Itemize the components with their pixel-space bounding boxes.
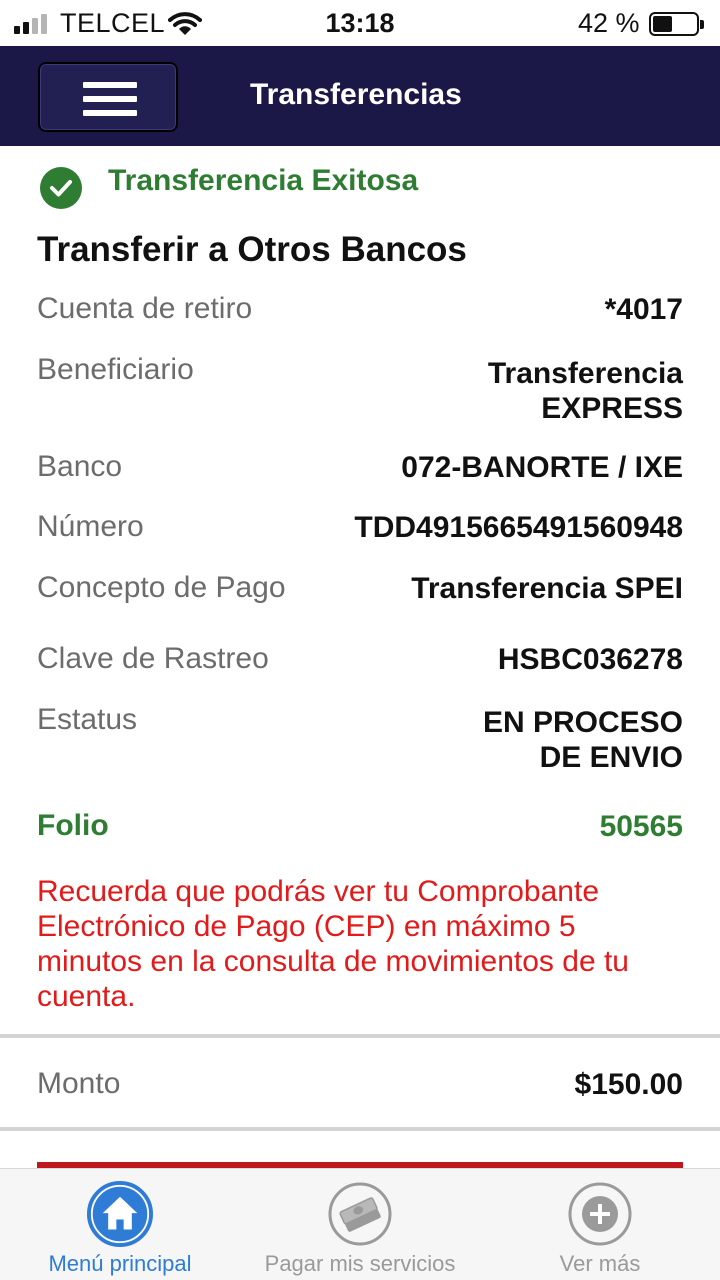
bills-icon [327,1181,393,1247]
page-title: Transferencias [250,78,462,111]
detail-label: Estatus [37,703,138,736]
success-message: Transferencia Exitosa [108,164,419,197]
detail-value: 072-BANORTE / IXE [401,451,683,484]
detail-value: TDD4915665491560948 [354,511,683,544]
detail-value: *4017 [604,293,683,326]
detail-label: Clave de Rastreo [37,642,269,675]
detail-value: HSBC036278 [497,643,683,676]
home-icon [87,1181,153,1247]
app-header: Transferencias [0,46,720,146]
bottom-tab-bar: Menú principal Pagar mis servicios Ver m… [0,1168,720,1280]
tab-label: Pagar mis servicios [264,1251,456,1276]
amount-label: Monto [37,1067,121,1100]
battery-icon [649,12,704,36]
menu-icon [83,82,137,88]
battery-percentage: 42 % [578,8,640,38]
estatus-line-1: EN PROCESO [482,706,683,739]
detail-label: Número [37,510,144,543]
beneficiario-line-1: Transferencia [487,357,683,390]
tab-pagar-servicios[interactable]: Pagar mis servicios [240,1169,480,1280]
tab-label: Menú principal [48,1251,192,1276]
detail-value: Transferencia EXPRESS [488,356,683,426]
tab-ver-mas[interactable]: Ver más [480,1169,720,1280]
folio-value: 50565 [599,810,683,843]
detail-value: EN PROCESO DE ENVIO [483,705,683,775]
cep-notice: Recuerda que podrás ver tu Comprobante E… [37,875,629,1013]
divider [0,1034,720,1038]
hamburger-menu-button[interactable] [38,62,178,132]
success-banner: Transferencia Exitosa [40,160,419,209]
amount-value: $150.00 [574,1068,683,1101]
status-bar: TELCEL 13:18 42 % [0,0,720,46]
detail-label: Concepto de Pago [37,571,286,604]
estatus-line-2: DE ENVIO [539,741,683,774]
tab-menu-principal[interactable]: Menú principal [0,1169,240,1280]
detail-label: Banco [37,450,123,483]
folio-label: Folio [37,809,109,842]
checkmark-icon [40,167,82,209]
plus-icon [567,1181,633,1247]
section-title: Transferir a Otros Bancos [37,230,467,269]
detail-value: Transferencia SPEI [411,572,683,605]
beneficiario-line-2: EXPRESS [541,392,683,425]
detail-label: Cuenta de retiro [37,292,253,325]
detail-label: Beneficiario [37,353,194,386]
tab-label: Ver más [559,1251,641,1276]
divider [0,1127,720,1131]
